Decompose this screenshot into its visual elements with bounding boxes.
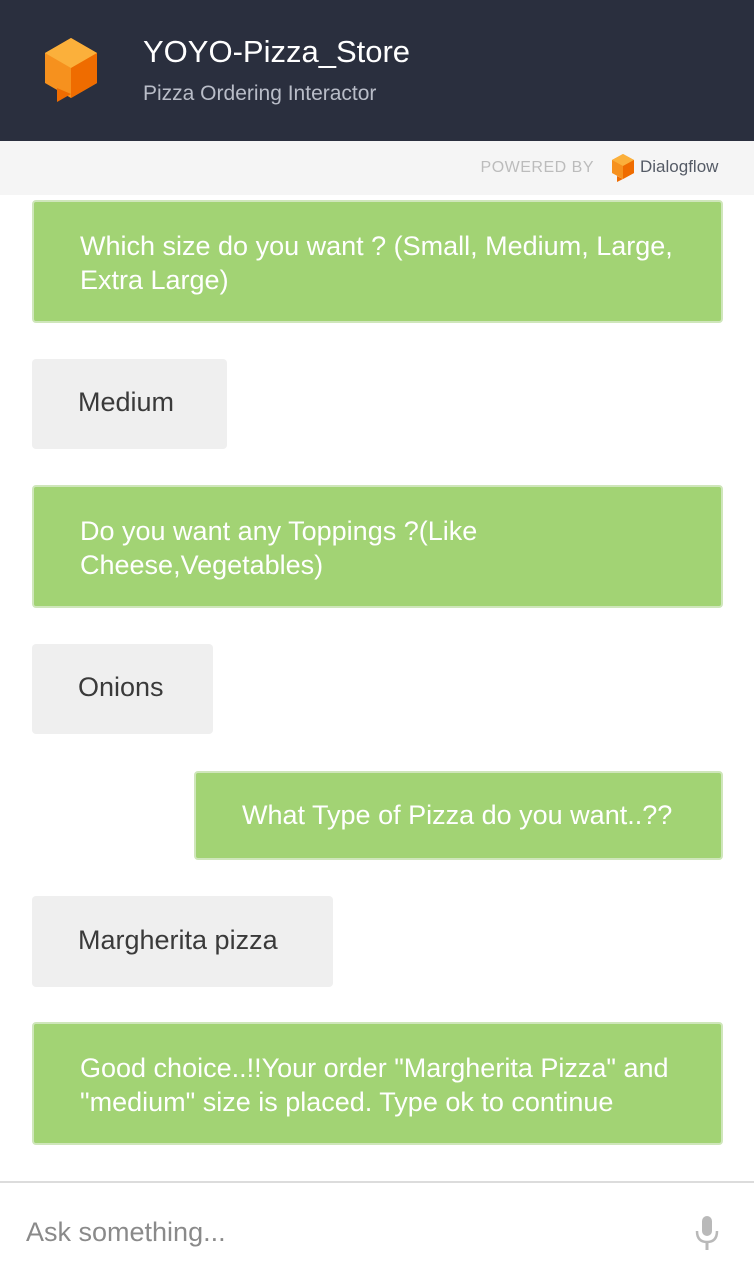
dialogflow-logo-icon: [612, 154, 634, 182]
chat-transcript[interactable]: Which size do you want ? (Small, Medium,…: [0, 195, 754, 1181]
microphone-icon[interactable]: [694, 1215, 720, 1251]
powered-by-label: POWERED BY: [480, 159, 594, 176]
orange-cube-chat-icon: [45, 38, 97, 102]
query-input[interactable]: [26, 1211, 646, 1253]
user-message: Margherita pizza: [32, 896, 333, 987]
bot-message: Do you want any Toppings ?(Like Cheese,V…: [32, 485, 723, 608]
user-message: Medium: [32, 359, 227, 449]
bot-message: Good choice..!!Your order "Margherita Pi…: [32, 1022, 723, 1145]
app-title: YOYO-Pizza_Store: [143, 34, 411, 69]
user-message: Onions: [32, 644, 213, 734]
app-header: YOYO-Pizza_Store Pizza Ordering Interact…: [0, 0, 754, 141]
bot-message: Which size do you want ? (Small, Medium,…: [32, 200, 723, 323]
chat-app: YOYO-Pizza_Store Pizza Ordering Interact…: [0, 0, 754, 1280]
composer: [0, 1183, 754, 1280]
bot-message: What Type of Pizza do you want..??: [194, 771, 723, 860]
app-subtitle: Pizza Ordering Interactor: [143, 82, 377, 105]
dialogflow-brand[interactable]: Dialogflow: [640, 156, 718, 178]
